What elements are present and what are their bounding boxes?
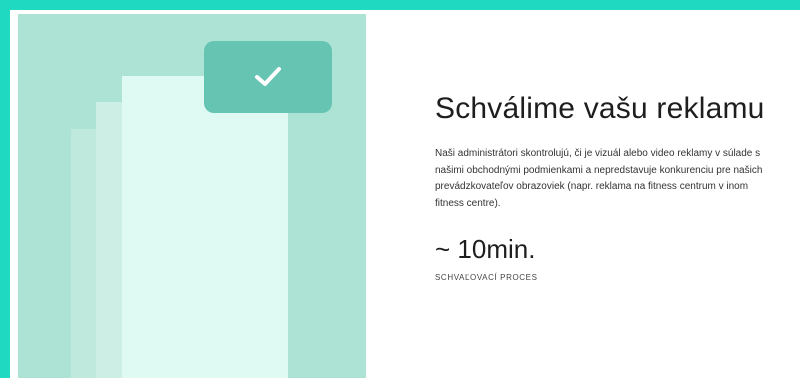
section-description: Naši administrátori skontrolujú, či je v… xyxy=(435,148,763,209)
approval-time-label: SCHVAĽOVACÍ PROCES xyxy=(435,273,538,282)
content: Schválime vašu reklamu Naši administráto… xyxy=(435,92,795,282)
approved-badge xyxy=(204,41,332,113)
approval-time-value: ~ 10min. xyxy=(435,234,536,264)
approval-illustration xyxy=(18,14,366,378)
section-title: Schválime vašu reklamu xyxy=(435,92,765,125)
document-front xyxy=(122,76,288,378)
approval-card: Schválime vašu reklamu Naši administráto… xyxy=(10,10,800,378)
check-icon xyxy=(255,67,281,86)
